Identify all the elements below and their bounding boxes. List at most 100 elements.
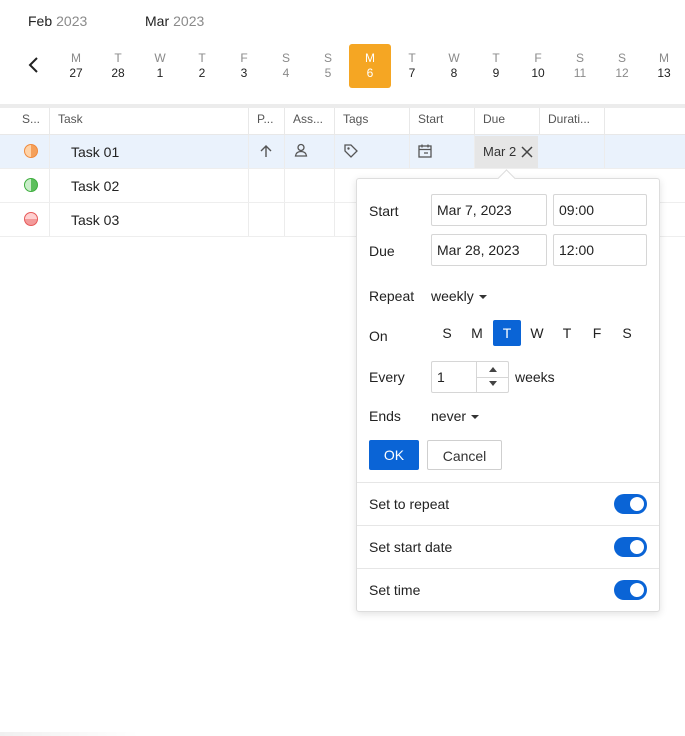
day-cell[interactable]: F3 — [223, 44, 265, 88]
assignee-cell[interactable] — [285, 169, 335, 202]
day-cell[interactable]: S4 — [265, 44, 307, 88]
col-due[interactable]: Due — [475, 108, 540, 134]
day-cell[interactable]: T7 — [391, 44, 433, 88]
day-number[interactable]: 2 — [181, 65, 223, 81]
weekday-toggle[interactable]: F — [583, 320, 611, 346]
cancel-button[interactable]: Cancel — [427, 440, 502, 470]
day-cell[interactable]: T9 — [475, 44, 517, 88]
due-cell[interactable]: Mar 2 — [475, 136, 538, 168]
day-number[interactable]: 1 — [139, 65, 181, 81]
month-label-mar: Mar 2023 — [145, 13, 204, 29]
day-cell[interactable]: S5 — [307, 44, 349, 88]
every-stepper[interactable] — [476, 362, 509, 392]
start-cell[interactable] — [410, 135, 475, 168]
every-value[interactable]: 1 — [437, 369, 445, 385]
status-icon[interactable] — [24, 144, 38, 158]
caret-down-icon[interactable] — [489, 381, 497, 386]
day-number[interactable]: 13 — [643, 65, 685, 81]
day-number[interactable]: 11 — [559, 65, 601, 81]
calendar-icon[interactable] — [417, 143, 433, 159]
ends-dropdown[interactable]: never — [431, 408, 480, 424]
day-cell[interactable]: F 10 — [517, 44, 559, 88]
decrement-button[interactable] — [477, 377, 508, 392]
user-icon[interactable] — [293, 142, 309, 158]
col-status[interactable]: S... — [0, 108, 50, 134]
weekday-toggle[interactable]: W — [523, 320, 551, 346]
tag-icon[interactable] — [343, 143, 359, 159]
col-duration[interactable]: Durati... — [540, 108, 605, 134]
set-repeat-toggle[interactable] — [614, 494, 647, 514]
weekday-toggle[interactable]: S — [433, 320, 461, 346]
day-letter: S — [575, 51, 584, 65]
due-value[interactable]: Mar 2 — [483, 144, 516, 159]
table-row[interactable]: Task 01 Mar 2 — [0, 135, 685, 169]
arrow-up-icon[interactable] — [258, 143, 274, 159]
weekday-toggle[interactable]: M — [463, 320, 491, 346]
task-name[interactable]: Task 02 — [71, 178, 119, 194]
weekday-toggle[interactable]: T — [493, 320, 521, 346]
due-time-field[interactable]: 12:00 — [553, 234, 647, 266]
day-number[interactable]: 3 — [223, 65, 265, 81]
status-icon[interactable] — [24, 178, 38, 192]
ends-label: Ends — [369, 408, 401, 424]
repeat-value[interactable]: weekly — [431, 288, 474, 304]
col-tags[interactable]: Tags — [335, 108, 410, 134]
day-number[interactable]: 8 — [433, 65, 475, 81]
day-number[interactable]: 4 — [265, 65, 307, 81]
assignee-cell[interactable] — [285, 203, 335, 236]
col-start[interactable]: Start — [410, 108, 475, 134]
close-icon[interactable] — [520, 145, 534, 159]
assignee-cell[interactable] — [285, 135, 335, 168]
day-number[interactable]: 10 — [517, 65, 559, 81]
day-cell[interactable]: T2 — [181, 44, 223, 88]
priority-cell[interactable] — [249, 135, 285, 168]
duration-cell[interactable] — [540, 135, 605, 168]
day-number[interactable]: 7 — [391, 65, 433, 81]
day-cell[interactable]: W8 — [433, 44, 475, 88]
day-number[interactable]: 5 — [307, 65, 349, 81]
day-number[interactable]: 6 — [349, 65, 391, 81]
increment-button[interactable] — [477, 362, 508, 378]
ends-value[interactable]: never — [431, 408, 466, 424]
status-cell[interactable] — [0, 135, 50, 168]
day-cell[interactable]: W1 — [139, 44, 181, 88]
scroll-shadow — [0, 732, 140, 736]
status-icon[interactable] — [24, 212, 38, 226]
caret-up-icon[interactable] — [489, 367, 497, 372]
caret-down-icon[interactable] — [471, 415, 480, 420]
chevron-left-icon[interactable] — [24, 55, 44, 75]
divider — [357, 525, 659, 526]
col-task[interactable]: Task — [50, 108, 249, 134]
start-time-field[interactable]: 09:00 — [553, 194, 647, 226]
ok-button[interactable]: OK — [369, 440, 419, 470]
day-number[interactable]: 28 — [97, 65, 139, 81]
weekday-toggle[interactable]: T — [553, 320, 581, 346]
day-cell[interactable]: M 27 — [55, 44, 97, 88]
start-date-field[interactable]: Mar 7, 2023 — [431, 194, 547, 226]
day-number[interactable]: 9 — [475, 65, 517, 81]
day-cell[interactable]: S 12 — [601, 44, 643, 88]
caret-down-icon[interactable] — [478, 295, 487, 300]
priority-cell[interactable] — [249, 203, 285, 236]
day-number[interactable]: 27 — [55, 65, 97, 81]
day-cell[interactable]: M 13 — [643, 44, 685, 88]
divider — [357, 568, 659, 569]
repeat-dropdown[interactable]: weekly — [431, 288, 487, 304]
col-assignee[interactable]: Ass... — [285, 108, 335, 134]
task-name[interactable]: Task 03 — [71, 212, 119, 228]
set-start-date-toggle[interactable] — [614, 537, 647, 557]
due-date-field[interactable]: Mar 28, 2023 — [431, 234, 547, 266]
tags-cell[interactable] — [335, 135, 410, 168]
day-cell[interactable]: T 28 — [97, 44, 139, 88]
priority-cell[interactable] — [249, 169, 285, 202]
day-number[interactable]: 12 — [601, 65, 643, 81]
task-name[interactable]: Task 01 — [71, 144, 119, 160]
toggle-knob — [630, 540, 644, 554]
status-cell[interactable] — [0, 169, 50, 202]
weekday-toggle[interactable]: S — [613, 320, 641, 346]
status-cell[interactable] — [0, 203, 50, 236]
set-time-toggle[interactable] — [614, 580, 647, 600]
day-cell[interactable]: M6 — [349, 44, 391, 88]
col-priority[interactable]: P... — [249, 108, 285, 134]
day-cell[interactable]: S 11 — [559, 44, 601, 88]
